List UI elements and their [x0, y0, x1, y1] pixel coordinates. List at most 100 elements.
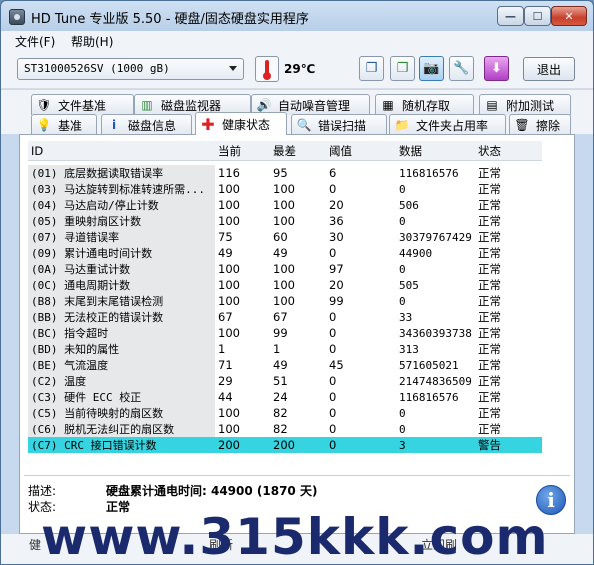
cell-id: (C2) 温度	[28, 373, 215, 389]
maximize-button[interactable]: ☐	[524, 6, 551, 26]
tab-error-scan[interactable]: 🔍 错误扫描	[291, 114, 387, 135]
cell-data: 571605021	[399, 358, 459, 372]
tab-health[interactable]: ✚ 健康状态	[195, 112, 287, 135]
col-header-current[interactable]: 当前	[215, 143, 270, 159]
cell-status: 正常	[475, 357, 542, 373]
table-row[interactable]: (BB) 无法校正的错误计数 67 67 0 33 正常	[28, 309, 542, 325]
table-row[interactable]: (0C) 通电周期计数 100 100 20 505 正常	[28, 277, 542, 293]
col-header-threshold[interactable]: 阈值	[326, 143, 396, 159]
menu-help[interactable]: 帮助(H)	[71, 33, 113, 50]
description-value: 硬盘累计通电时间: 44900 (1870 天)	[106, 484, 318, 498]
cell-data: 0	[399, 294, 406, 308]
cell-worst: 100	[273, 182, 295, 196]
cell-worst: 49	[273, 246, 288, 260]
red-cross-icon: ✚	[201, 114, 215, 134]
cell-threshold: 20	[329, 198, 344, 212]
cell-current: 100	[218, 326, 240, 340]
table-row[interactable]: (BD) 未知的属性 1 1 0 313 正常	[28, 341, 542, 357]
tab-label: 文件夹占用率	[416, 118, 489, 133]
tab-extra-tests[interactable]: ▤ 附加测试	[479, 94, 571, 115]
smart-table: ID 当前 最差 阈值 数据 状态 (01) 底层数据读取错误率 116 95 6 11…	[28, 141, 542, 453]
cell-status: 正常	[475, 293, 542, 309]
cell-id: (05) 重映射扇区计数	[28, 213, 215, 229]
cell-data: 44900	[399, 246, 433, 260]
tab-file-benchmark[interactable]: 🛡 文件基准	[31, 94, 134, 115]
table-row[interactable]: (C7) CRC 接口错误计数 200 200 0 3 警告	[28, 437, 542, 453]
table-row[interactable]: (03) 马达旋转到标准转速所需... 100 100 0 0 正常	[28, 181, 542, 197]
cell-worst: 99	[273, 326, 288, 340]
drive-select[interactable]: ST31000526SV (1000 gB)	[17, 58, 244, 80]
cell-threshold: 6	[329, 166, 337, 180]
col-header-status[interactable]: 状态	[475, 143, 542, 159]
exit-button[interactable]: 退出	[523, 57, 575, 81]
cell-data: 0	[399, 422, 406, 436]
chevron-down-icon	[229, 66, 237, 71]
tab-label: 附加测试	[506, 98, 555, 113]
save-button[interactable]: ⬇	[484, 56, 509, 81]
table-row[interactable]: (C6) 脱机无法纠正的扇区数 100 82 0 0 正常	[28, 421, 542, 437]
screenshot-button[interactable]: 📷	[419, 56, 444, 81]
cell-threshold: 20	[329, 278, 344, 292]
drive-select-value: ST31000526SV (1000 gB)	[24, 62, 170, 75]
cell-threshold: 30	[329, 230, 344, 244]
cell-threshold: 0	[329, 310, 337, 324]
copy-all-icon: ❐	[396, 61, 409, 76]
cell-status: 正常	[475, 389, 542, 405]
col-header-data[interactable]: 数据	[396, 143, 475, 159]
table-row[interactable]: (05) 重映射扇区计数 100 100 36 0 正常	[28, 213, 542, 229]
tab-label: 错误扫描	[318, 118, 367, 133]
cell-worst: 100	[273, 214, 295, 228]
cell-worst: 100	[273, 294, 295, 308]
table-row[interactable]: (09) 累计通电时间计数 49 49 0 44900 正常	[28, 245, 542, 261]
col-header-worst[interactable]: 最差	[270, 143, 326, 159]
table-row[interactable]: (B8) 末尾到末尾错误检测 100 100 99 0 正常	[28, 293, 542, 309]
cell-worst: 1	[273, 342, 281, 356]
tab-random-access[interactable]: ▦ 随机存取	[375, 94, 474, 115]
copy-all-button[interactable]: ❐	[390, 56, 415, 81]
cell-current: 100	[218, 182, 240, 196]
col-header-id[interactable]: ID	[28, 144, 215, 158]
table-row[interactable]: (C2) 温度 29 51 0 21474836509 正常	[28, 373, 542, 389]
cell-status: 正常	[475, 325, 542, 341]
cell-data: 33	[399, 310, 413, 324]
window-title: HD Tune 专业版 5.50 - 硬盘/固态硬盘实用程序	[31, 12, 309, 27]
cell-id: (C5) 当前待映射的扇区数	[28, 405, 215, 421]
divider	[24, 475, 570, 476]
tab-disk-info[interactable]: i 磁盘信息	[101, 114, 192, 135]
table-row[interactable]: (C5) 当前待映射的扇区数 100 82 0 0 正常	[28, 405, 542, 421]
cell-current: 67	[218, 310, 233, 324]
table-row[interactable]: (BE) 气流温度 71 49 45 571605021 正常	[28, 357, 542, 373]
options-button[interactable]: 🔧	[449, 56, 474, 81]
cell-current: 100	[218, 198, 240, 212]
cell-threshold: 0	[329, 406, 337, 420]
minimize-button[interactable]: —	[497, 6, 524, 26]
cell-id: (C6) 脱机无法纠正的扇区数	[28, 421, 215, 437]
cell-status: 正常	[475, 197, 542, 213]
table-row[interactable]: (BC) 指令超时 100 99 0 34360393738 正常	[28, 325, 542, 341]
cell-id: (01) 底层数据读取错误率	[28, 165, 215, 181]
table-row[interactable]: (0A) 马达重试计数 100 100 97 0 正常	[28, 261, 542, 277]
description-label: 描述:	[28, 484, 57, 498]
copy-info-button[interactable]: ❐	[359, 56, 384, 81]
table-row[interactable]: (01) 底层数据读取错误率 116 95 6 116816576 正常	[28, 165, 542, 181]
cell-data: 116816576	[399, 390, 459, 404]
cell-worst: 82	[273, 422, 288, 436]
cell-current: 116	[218, 166, 240, 180]
tab-benchmark[interactable]: 💡 基准	[31, 114, 97, 135]
menu-file[interactable]: 文件(F)	[15, 33, 55, 50]
table-row[interactable]: (04) 马达启动/停止计数 100 100 20 506 正常	[28, 197, 542, 213]
tab-folder-usage[interactable]: 📁 文件夹占用率	[389, 114, 506, 135]
table-body: (01) 底层数据读取错误率 116 95 6 116816576 正常 (03) 马达旋转…	[28, 165, 542, 453]
cell-id: (0A) 马达重试计数	[28, 261, 215, 277]
table-row[interactable]: (07) 寻道错误率 75 60 30 30379767429 正常	[28, 229, 542, 245]
cell-threshold: 0	[329, 438, 337, 452]
table-row[interactable]: (C3) 硬件 ECC 校正 44 24 0 116816576 正常	[28, 389, 542, 405]
cell-status: 正常	[475, 373, 542, 389]
cell-worst: 100	[273, 198, 295, 212]
title-bar[interactable]: HD Tune 专业版 5.50 - 硬盘/固态硬盘实用程序 — ☐ ✕	[1, 1, 593, 31]
tab-erase[interactable]: 🗑 擦除	[509, 114, 571, 135]
close-button[interactable]: ✕	[551, 6, 587, 26]
tab-label: 自动噪音管理	[278, 98, 351, 113]
cell-data: 0	[399, 406, 406, 420]
magnifier-icon: 🔍	[296, 118, 312, 132]
